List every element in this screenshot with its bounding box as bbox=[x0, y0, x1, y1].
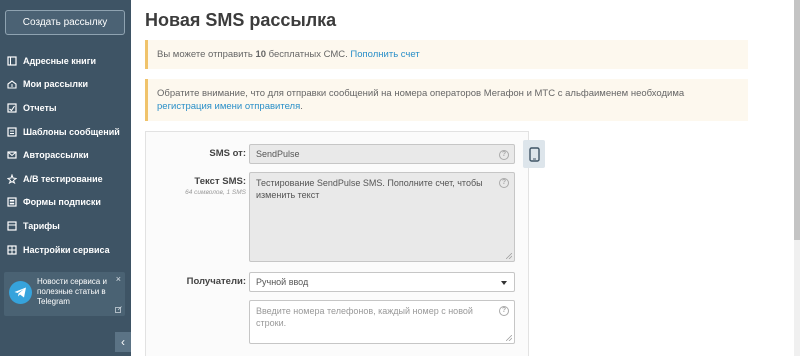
sms-text-value: Тестирование SendPulse SMS. Пополните сч… bbox=[256, 178, 483, 200]
sidebar-item-my-campaigns[interactable]: Мои рассылки bbox=[0, 73, 131, 97]
telegram-icon bbox=[9, 281, 32, 304]
settings-icon bbox=[7, 244, 17, 255]
sidebar-item-label: Авторассылки bbox=[23, 150, 89, 161]
sidebar-item-label: Тарифы bbox=[23, 220, 60, 231]
scrollbar-thumb[interactable] bbox=[794, 0, 800, 240]
sms-text-label: Текст SMS: bbox=[194, 176, 246, 187]
notice-text-end: . bbox=[300, 101, 303, 112]
mailbox-icon bbox=[7, 79, 17, 89]
autosend-icon bbox=[7, 150, 17, 160]
sms-form: SMS от: SendPulse ? Текст SMS: 64 символ… bbox=[145, 131, 529, 356]
page-scrollbar[interactable] bbox=[794, 0, 800, 356]
recipients-label: Получатели: bbox=[186, 276, 246, 287]
free-sms-notice: Вы можете отправить 10 бесплатных СМС. П… bbox=[145, 40, 748, 69]
close-icon[interactable]: × bbox=[116, 274, 121, 284]
sidebar-item-label: Отчеты bbox=[23, 102, 57, 113]
sidebar-nav: Адресные книги Мои рассылки Отчеты Шабло… bbox=[0, 49, 131, 261]
sidebar-item-templates[interactable]: Шаблоны сообщений bbox=[0, 120, 131, 144]
form-icon bbox=[7, 197, 17, 207]
sidebar-item-label: Шаблоны сообщений bbox=[23, 126, 120, 137]
help-icon[interactable]: ? bbox=[499, 150, 509, 160]
book-icon bbox=[7, 56, 17, 66]
collapse-sidebar-button[interactable]: ‹ bbox=[115, 332, 131, 352]
sender-value: SendPulse bbox=[256, 149, 300, 159]
sender-registration-link[interactable]: регистрация имени отправителя bbox=[157, 101, 300, 112]
page-title: Новая SMS рассылка bbox=[145, 10, 337, 30]
mobile-preview-button[interactable] bbox=[523, 140, 545, 168]
resize-handle-icon[interactable] bbox=[506, 253, 512, 259]
sidebar-item-subscription-forms[interactable]: Формы подписки bbox=[0, 191, 131, 215]
sidebar-item-label: Настройки сервиса bbox=[23, 244, 110, 255]
recipients-value: Ручной ввод bbox=[256, 277, 309, 287]
free-sms-count: 10 bbox=[255, 49, 267, 60]
phone-numbers-input[interactable]: Введите номера телефонов, каждый номер с… bbox=[249, 300, 515, 344]
sms-text-counter: 64 символов, 1 SMS bbox=[185, 189, 246, 196]
chevron-down-icon bbox=[501, 281, 507, 285]
sidebar-item-tariffs[interactable]: Тарифы bbox=[0, 214, 131, 238]
sidebar-item-label: Мои рассылки bbox=[23, 79, 88, 90]
notice-text: бесплатных СМС. bbox=[266, 49, 351, 60]
help-icon[interactable]: ? bbox=[499, 306, 509, 316]
sidebar-item-label: Адресные книги bbox=[23, 55, 96, 66]
template-icon bbox=[7, 126, 17, 137]
telegram-promo-text: Новости сервиса и полезные статьи в Tele… bbox=[37, 277, 107, 306]
sidebar-item-label: Формы подписки bbox=[23, 197, 101, 208]
mobile-phone-icon bbox=[528, 146, 540, 162]
tariff-icon bbox=[7, 221, 17, 231]
help-icon[interactable]: ? bbox=[499, 178, 509, 188]
sms-text-area[interactable]: Тестирование SendPulse SMS. Пополните сч… bbox=[249, 172, 515, 262]
sender-field[interactable]: SendPulse ? bbox=[249, 144, 515, 164]
sidebar: Создать рассылку Адресные книги Мои расс… bbox=[0, 0, 131, 356]
notice-text: Вы можете отправить bbox=[157, 49, 256, 60]
phone-numbers-placeholder: Введите номера телефонов, каждый номер с… bbox=[256, 306, 473, 328]
sidebar-item-address-books[interactable]: Адресные книги bbox=[0, 49, 131, 73]
sidebar-item-ab-testing[interactable]: A/B тестирование bbox=[0, 167, 131, 191]
ab-test-icon bbox=[7, 173, 17, 184]
recipients-select[interactable]: Ручной ввод bbox=[249, 272, 515, 292]
sidebar-item-settings[interactable]: Настройки сервиса bbox=[0, 238, 131, 262]
sidebar-item-reports[interactable]: Отчеты bbox=[0, 96, 131, 120]
create-campaign-button[interactable]: Создать рассылку bbox=[5, 10, 125, 35]
top-up-link[interactable]: Пополнить счет bbox=[350, 49, 419, 60]
sender-name-notice: Обратите внимание, что для отправки сооб… bbox=[145, 79, 748, 121]
main-content: Новая SMS рассылка Вы можете отправить 1… bbox=[131, 0, 794, 356]
resize-handle-icon[interactable] bbox=[506, 335, 512, 341]
sender-label: SMS от: bbox=[209, 148, 246, 159]
telegram-promo[interactable]: Новости сервиса и полезные статьи в Tele… bbox=[4, 272, 125, 316]
sidebar-item-label: A/B тестирование bbox=[23, 173, 103, 184]
sidebar-item-autosend[interactable]: Авторассылки bbox=[0, 143, 131, 167]
external-link-icon bbox=[115, 306, 122, 313]
notice-text: Обратите внимание, что для отправки сооб… bbox=[157, 88, 685, 99]
report-icon bbox=[7, 103, 17, 113]
